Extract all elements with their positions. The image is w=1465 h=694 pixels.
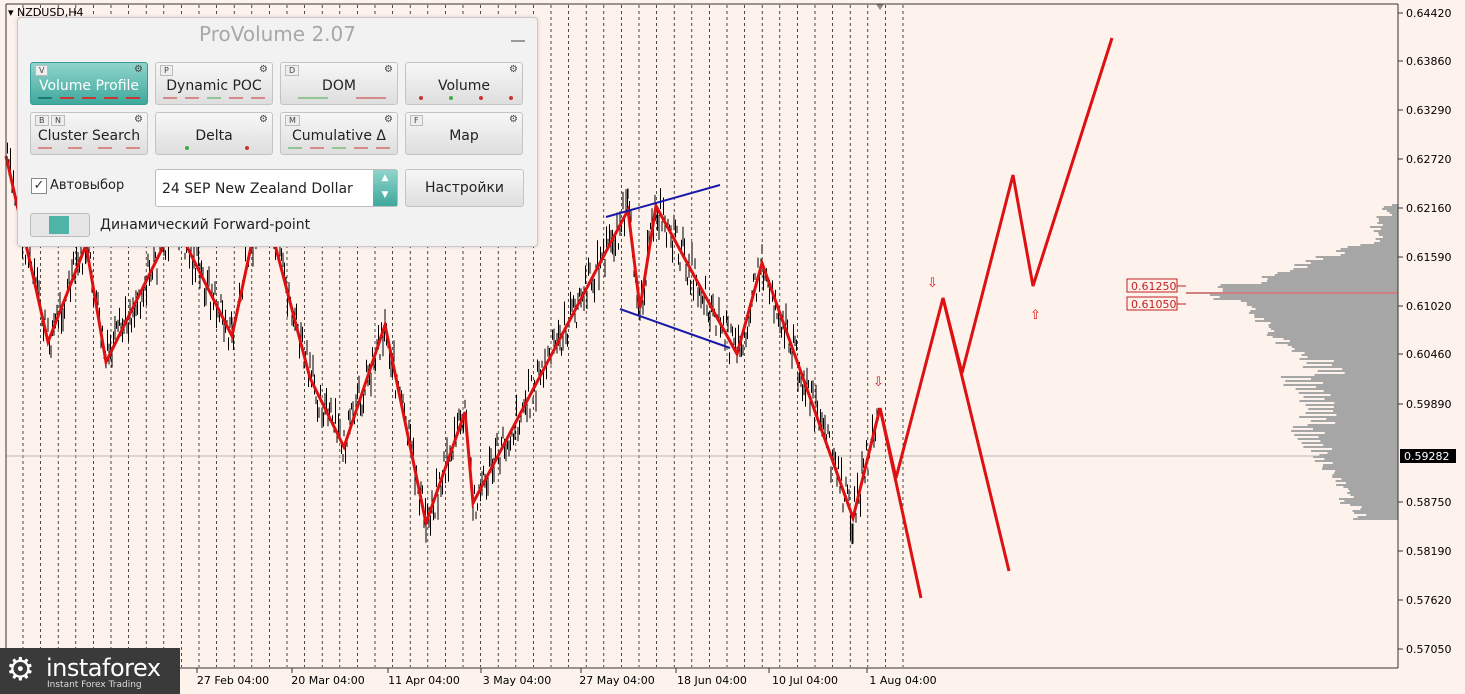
- level-label-1: 0.61250: [1131, 280, 1177, 293]
- hotkey-label: D: [285, 65, 300, 76]
- tile-label: Cumulative Δ: [292, 128, 386, 144]
- cumulative-delta-button[interactable]: M ⚙ Cumulative Δ: [280, 112, 398, 155]
- spin-arrows-icon[interactable]: ▲ ▼: [373, 170, 397, 206]
- time-tick-label: 18 Jun 04:00: [677, 674, 747, 687]
- minimize-icon[interactable]: [511, 40, 525, 42]
- gear-icon[interactable]: ⚙: [509, 64, 518, 75]
- tile-label: Dynamic POC: [166, 78, 262, 94]
- hotkey-label: N: [51, 115, 65, 126]
- arrow-down-icon: ⇩: [927, 276, 938, 291]
- price-tick-label: 0.58190: [1406, 545, 1452, 558]
- hotkey-label: P: [160, 65, 173, 76]
- tile-label: Volume Profile: [38, 78, 140, 94]
- instrument-select[interactable]: 24 SEP New Zealand Dollar ▲ ▼: [155, 169, 398, 207]
- time-tick-label: 20 Mar 04:00: [291, 674, 364, 687]
- hotkey-label: V: [35, 65, 49, 76]
- settings-button[interactable]: Настройки: [405, 169, 524, 207]
- tile-label: Map: [449, 128, 479, 144]
- dom-button[interactable]: D ⚙ DOM: [280, 62, 398, 105]
- price-tick-label: 0.60460: [1406, 348, 1452, 361]
- price-tick-label: 0.57050: [1406, 643, 1452, 656]
- map-button[interactable]: F ⚙ Map: [405, 112, 523, 155]
- current-price-label: 0.59282: [1404, 450, 1450, 463]
- price-tick-label: 0.62160: [1406, 202, 1452, 215]
- hotkey-label: M: [285, 115, 300, 126]
- autoselect-checkbox[interactable]: ✓: [31, 178, 47, 194]
- arrow-up-icon: ⇧: [1030, 308, 1041, 323]
- time-tick-label: 11 Apr 04:00: [388, 674, 460, 687]
- volume-button[interactable]: ⚙ Volume: [405, 62, 523, 105]
- time-tick-label: 1 Aug 04:00: [869, 674, 936, 687]
- time-tick-label: 27 May 04:00: [579, 674, 654, 687]
- time-tick-label: 3 May 04:00: [483, 674, 551, 687]
- price-tick-label: 0.61020: [1406, 300, 1452, 313]
- level-label-2: 0.61050: [1131, 298, 1177, 311]
- price-tick-label: 0.61590: [1406, 251, 1452, 264]
- autoselect-label: Автовыбор: [50, 178, 125, 193]
- tile-label: Delta: [195, 128, 233, 144]
- gear-icon[interactable]: ⚙: [384, 64, 393, 75]
- tile-label: Cluster Search: [37, 128, 141, 144]
- tile-label: Volume: [437, 78, 491, 94]
- price-tick-label: 0.64420: [1406, 7, 1452, 20]
- gear-icon[interactable]: ⚙: [134, 114, 143, 125]
- dynamic-poc-button[interactable]: P ⚙ Dynamic POC: [155, 62, 273, 105]
- price-tick-label: 0.59890: [1406, 398, 1452, 411]
- gear-icon[interactable]: ⚙: [259, 114, 268, 125]
- forward-point-toggle[interactable]: [30, 213, 90, 237]
- forward-point-label: Динамический Forward-point: [100, 217, 311, 233]
- gear-icon[interactable]: ⚙: [134, 64, 143, 75]
- toggle-knob: [49, 216, 69, 234]
- delta-button[interactable]: ⚙ Delta: [155, 112, 273, 155]
- cluster-search-button[interactable]: B N ⚙ Cluster Search: [30, 112, 148, 155]
- price-tick-label: 0.58750: [1406, 496, 1452, 509]
- gear-icon[interactable]: ⚙: [384, 114, 393, 125]
- volume-profile-button[interactable]: V ⚙ Volume Profile: [30, 62, 148, 105]
- hotkey-label: F: [410, 115, 423, 126]
- gear-icon[interactable]: ⚙: [509, 114, 518, 125]
- tile-label: DOM: [322, 78, 356, 94]
- instrument-value: 24 SEP New Zealand Dollar: [162, 181, 353, 197]
- provolume-panel: ProVolume 2.07 V ⚙ Volume Profile P ⚙ Dy…: [17, 17, 538, 247]
- panel-title: ProVolume 2.07: [198, 22, 356, 46]
- price-tick-label: 0.57620: [1406, 594, 1452, 607]
- time-tick-label: 10 Jul 04:00: [772, 674, 838, 687]
- price-tick-label: 0.63290: [1406, 104, 1452, 117]
- price-tick-label: 0.62720: [1406, 153, 1452, 166]
- hotkey-label: B: [35, 115, 49, 126]
- price-tick-label: 0.63860: [1406, 55, 1452, 68]
- time-tick-label: 27 Feb 04:00: [197, 674, 269, 687]
- instaforex-logo: ⚙ instaforex Instant Forex Trading: [0, 648, 180, 694]
- arrow-down-icon: ⇩: [873, 375, 884, 390]
- gear-icon[interactable]: ⚙: [259, 64, 268, 75]
- logo-gear-icon: ⚙: [6, 650, 35, 688]
